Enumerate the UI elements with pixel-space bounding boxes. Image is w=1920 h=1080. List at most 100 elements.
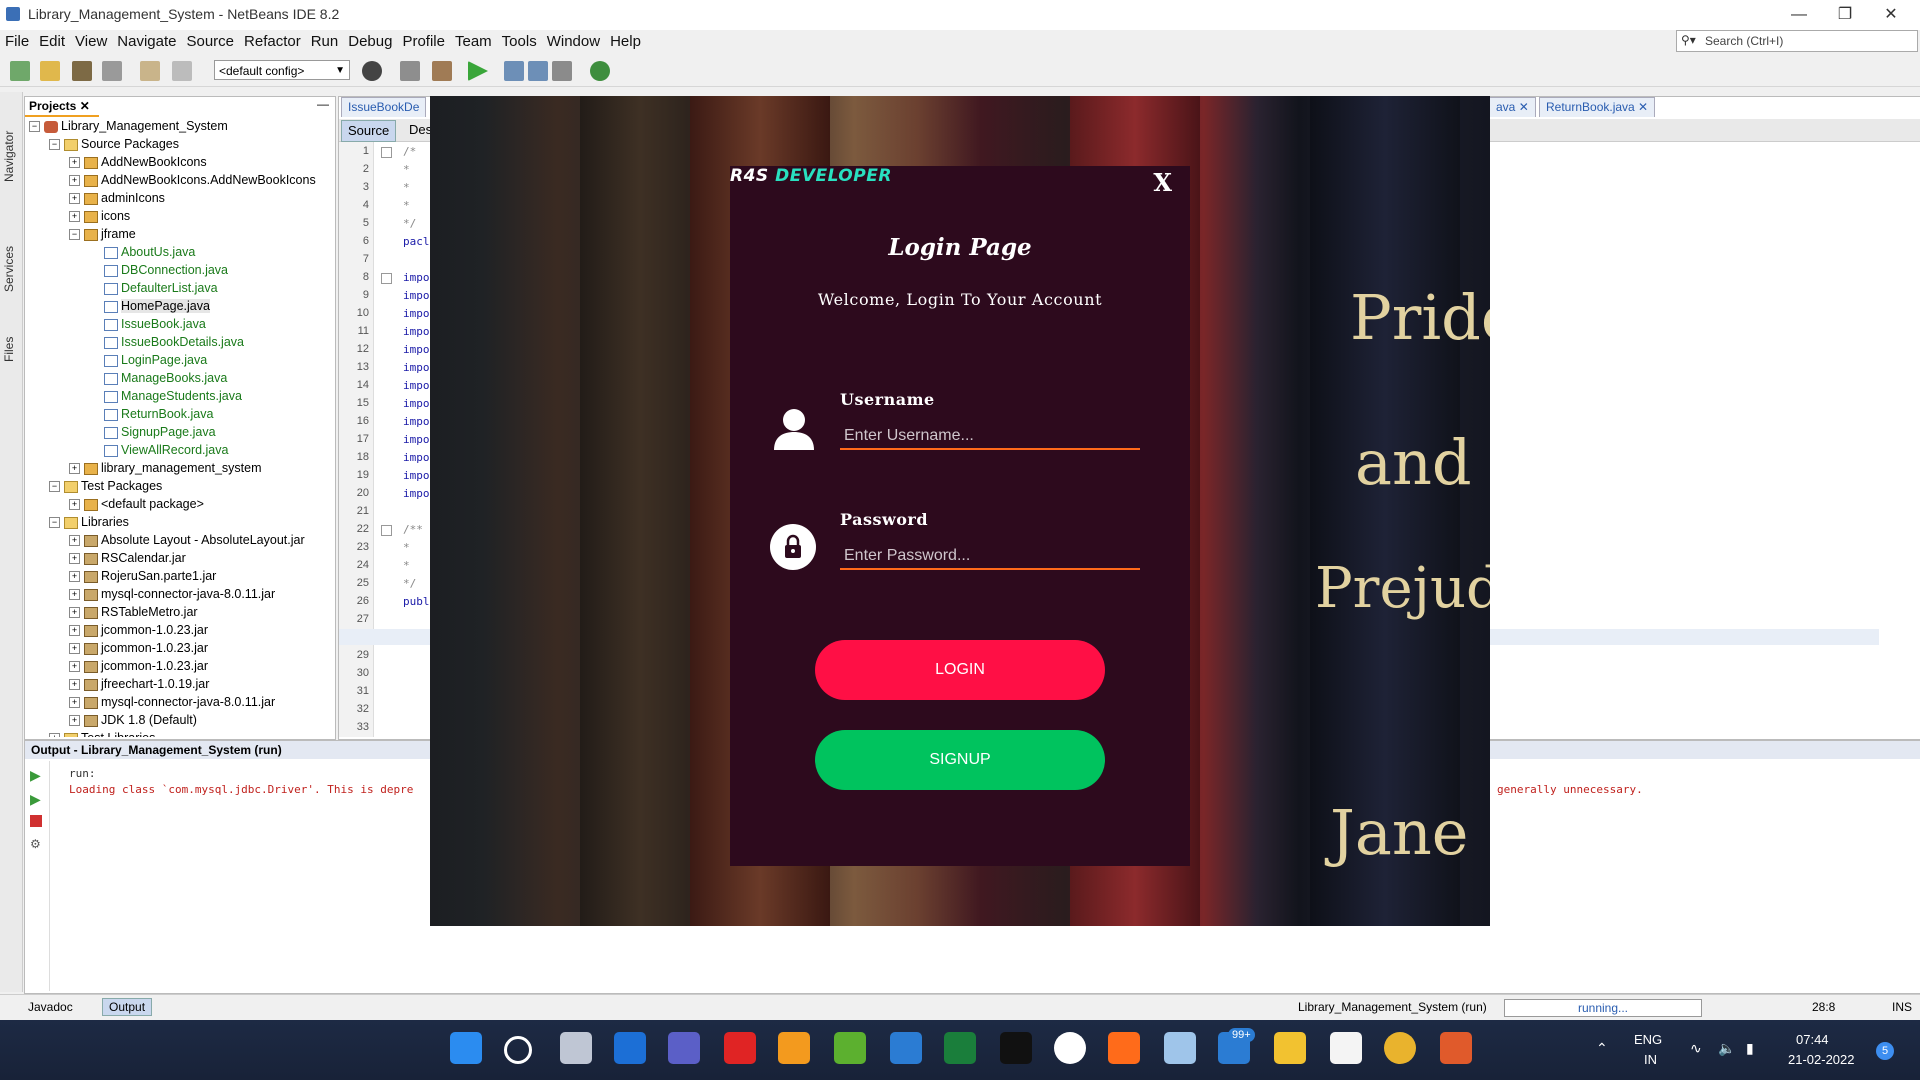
expand-toggle-icon[interactable]: +	[69, 589, 80, 601]
profile-icon[interactable]	[552, 61, 572, 81]
run-icon[interactable]	[468, 61, 488, 81]
minimize-panel-icon[interactable]: —	[317, 97, 329, 111]
expand-toggle-icon[interactable]: +	[69, 643, 80, 655]
navigator-tab[interactable]: Navigator	[2, 131, 16, 182]
rerun-different-icon[interactable]: ▶	[30, 791, 41, 808]
expand-toggle-icon[interactable]: −	[29, 121, 40, 133]
file-explorer-icon[interactable]	[1274, 1032, 1306, 1064]
tree-item[interactable]: − Test Packages	[49, 477, 162, 495]
settings-icon[interactable]: ⚙	[30, 837, 41, 851]
tree-item[interactable]: ManageBooks.java	[89, 369, 227, 387]
menu-help[interactable]: Help	[605, 30, 646, 54]
tree-item[interactable]: − Source Packages	[49, 135, 179, 153]
search-icon[interactable]	[504, 1036, 532, 1064]
language-code[interactable]: ENG	[1634, 1032, 1662, 1047]
username-field[interactable]	[840, 424, 1140, 450]
volume-icon[interactable]: 🔈	[1718, 1040, 1735, 1057]
tree-item[interactable]: − Libraries	[49, 513, 129, 531]
task-view-icon[interactable]	[560, 1032, 592, 1064]
close-icon[interactable]: ✕	[1868, 3, 1914, 27]
notification-badge[interactable]: 5	[1876, 1042, 1894, 1060]
menu-team[interactable]: Team	[450, 30, 497, 54]
menu-edit[interactable]: Edit	[34, 30, 70, 54]
expand-toggle-icon[interactable]: +	[69, 463, 80, 475]
close-button[interactable]: X	[1153, 168, 1172, 197]
globe-icon[interactable]	[362, 61, 382, 81]
expand-toggle-icon[interactable]: +	[69, 697, 80, 709]
tree-item[interactable]: + RSCalendar.jar	[69, 549, 186, 567]
save-all-icon[interactable]	[102, 61, 122, 81]
tree-item[interactable]: ViewAllRecord.java	[89, 441, 228, 459]
tree-item[interactable]: AboutUs.java	[89, 243, 195, 261]
expand-toggle-icon[interactable]: +	[69, 571, 80, 583]
notepad-icon[interactable]	[1330, 1032, 1362, 1064]
slides-icon[interactable]	[778, 1032, 810, 1064]
wifi-icon[interactable]: ∿	[1690, 1040, 1702, 1057]
virtualbox-icon[interactable]	[1164, 1032, 1196, 1064]
expand-toggle-icon[interactable]: −	[49, 481, 60, 493]
debug-file-icon[interactable]	[528, 61, 548, 81]
expand-toggle-icon[interactable]: +	[69, 553, 80, 565]
tree-item[interactable]: + AddNewBookIcons	[69, 153, 207, 171]
tree-item[interactable]: + AddNewBookIcons.AddNewBookIcons	[69, 171, 316, 189]
fold-toggle-icon[interactable]	[381, 147, 392, 158]
build-icon[interactable]	[400, 61, 420, 81]
tree-item[interactable]: + jcommon-1.0.23.jar	[69, 639, 208, 657]
tab-issuebookdetails[interactable]: IssueBookDe	[341, 97, 427, 117]
fold-toggle-icon[interactable]	[381, 525, 392, 536]
tab-partial[interactable]: ava ✕	[1489, 97, 1536, 117]
menu-file[interactable]: File	[0, 30, 34, 54]
expand-toggle-icon[interactable]: +	[69, 661, 80, 673]
tree-item[interactable]: + RSTableMetro.jar	[69, 603, 198, 621]
tree-item[interactable]: + JDK 1.8 (Default)	[69, 711, 197, 729]
intellij-icon[interactable]	[1000, 1032, 1032, 1064]
javadoc-tab[interactable]: Javadoc	[28, 1000, 73, 1014]
tree-item[interactable]: + mysql-connector-java-8.0.11.jar	[69, 693, 275, 711]
teams-icon[interactable]	[668, 1032, 700, 1064]
login-button[interactable]: LOGIN	[815, 640, 1105, 700]
close-icon[interactable]: ✕	[80, 99, 90, 113]
minimize-icon[interactable]: —	[1776, 3, 1822, 27]
tree-item[interactable]: + RojeruSan.parte1.jar	[69, 567, 216, 585]
apply-changes-icon[interactable]	[590, 61, 610, 81]
signup-button[interactable]: SIGNUP	[815, 730, 1105, 790]
tree-item[interactable]: DefaulterList.java	[89, 279, 218, 297]
expand-toggle-icon[interactable]: −	[49, 139, 60, 151]
expand-toggle-icon[interactable]: +	[49, 733, 60, 737]
expand-toggle-icon[interactable]: −	[69, 229, 80, 241]
menu-source[interactable]: Source	[181, 30, 239, 54]
publisher-icon[interactable]	[834, 1032, 866, 1064]
tree-item[interactable]: LoginPage.java	[89, 351, 207, 369]
password-field[interactable]	[840, 544, 1140, 570]
config-select[interactable]: <default config> ▼	[214, 60, 350, 80]
tree-item[interactable]: DBConnection.java	[89, 261, 228, 279]
todoist-icon[interactable]	[724, 1032, 756, 1064]
tree-item[interactable]: − jframe	[69, 225, 136, 243]
debug-icon[interactable]	[504, 61, 524, 81]
java-icon[interactable]	[1440, 1032, 1472, 1064]
expand-toggle-icon[interactable]: +	[69, 175, 80, 187]
tree-item[interactable]: + Test Libraries	[49, 729, 155, 737]
fold-toggle-icon[interactable]	[381, 273, 392, 284]
expand-toggle-icon[interactable]: +	[69, 157, 80, 169]
expand-toggle-icon[interactable]: +	[69, 535, 80, 547]
redo-icon[interactable]	[172, 61, 192, 81]
menu-run[interactable]: Run	[306, 30, 344, 54]
tree-item[interactable]: + adminIcons	[69, 189, 165, 207]
tree-item[interactable]: ReturnBook.java	[89, 405, 213, 423]
search-input[interactable]: ⚲▾ Search (Ctrl+I)	[1676, 30, 1918, 52]
app-circle-icon[interactable]	[1054, 1032, 1086, 1064]
clock-time[interactable]: 07:44	[1796, 1032, 1829, 1047]
expand-toggle-icon[interactable]: +	[69, 625, 80, 637]
tree-item[interactable]: + jfreechart-1.0.19.jar	[69, 675, 209, 693]
spreadsheet-icon[interactable]	[944, 1032, 976, 1064]
menu-refactor[interactable]: Refactor	[239, 30, 306, 54]
tree-item[interactable]: IssueBookDetails.java	[89, 333, 244, 351]
undo-icon[interactable]	[140, 61, 160, 81]
expand-toggle-icon[interactable]: +	[69, 607, 80, 619]
tree-item[interactable]: + library_management_system	[69, 459, 262, 477]
menu-profile[interactable]: Profile	[397, 30, 450, 54]
new-project-icon[interactable]	[40, 61, 60, 81]
expand-toggle-icon[interactable]: +	[69, 211, 80, 223]
expand-toggle-icon[interactable]: −	[49, 517, 60, 529]
